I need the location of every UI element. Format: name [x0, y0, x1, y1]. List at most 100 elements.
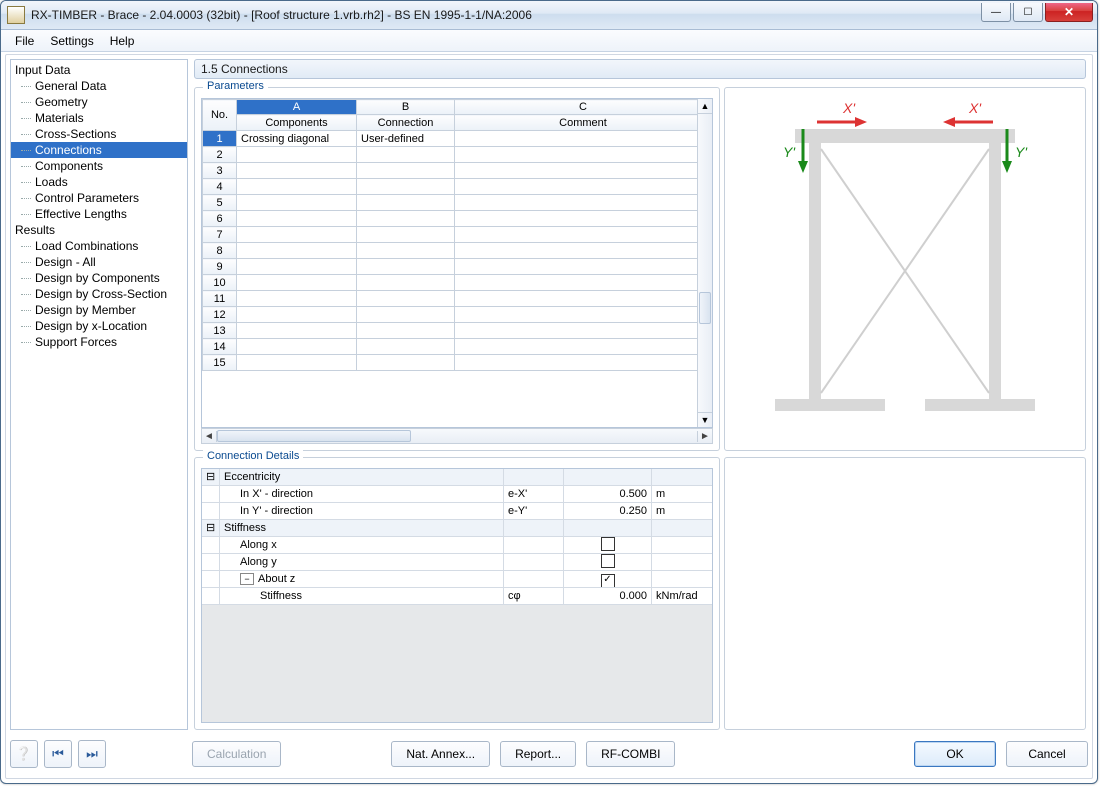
cell-comment[interactable] [455, 131, 712, 147]
parameters-vertical-scrollbar[interactable]: ▲ ▼ [697, 99, 712, 427]
row-number[interactable]: 6 [203, 211, 237, 227]
table-row[interactable]: 1Crossing diagonalUser-defined [203, 131, 712, 147]
cell-components[interactable] [237, 179, 357, 195]
col-letter-c[interactable]: C [455, 100, 712, 115]
cell-comment[interactable] [455, 323, 712, 339]
ok-button[interactable]: OK [914, 741, 996, 767]
row-along-y[interactable]: Along y [220, 554, 504, 570]
cell-components[interactable] [237, 195, 357, 211]
tree-design-by-cross-section[interactable]: Design by Cross-Section [11, 286, 187, 302]
menu-settings[interactable]: Settings [42, 32, 101, 50]
row-number[interactable]: 2 [203, 147, 237, 163]
calculation-button[interactable]: Calculation [192, 741, 281, 767]
cell-connection[interactable] [357, 179, 455, 195]
table-row[interactable]: 13 [203, 323, 712, 339]
row-number[interactable]: 15 [203, 355, 237, 371]
row-number[interactable]: 13 [203, 323, 237, 339]
row-stiffness-value[interactable]: Stiffness [220, 588, 504, 604]
cancel-button[interactable]: Cancel [1006, 741, 1088, 767]
menu-help[interactable]: Help [102, 32, 143, 50]
cell-comment[interactable] [455, 227, 712, 243]
tree-cross-sections[interactable]: Cross-Sections [11, 126, 187, 142]
checkbox-along-x[interactable] [601, 537, 615, 551]
cell-components[interactable] [237, 147, 357, 163]
tree-geometry[interactable]: Geometry [11, 94, 187, 110]
tree-design-by-x-location[interactable]: Design by x-Location [11, 318, 187, 334]
table-row[interactable]: 5 [203, 195, 712, 211]
tree-connections[interactable]: Connections [11, 142, 187, 158]
tree-results[interactable]: Results [11, 222, 187, 238]
hscroll-thumb[interactable] [217, 430, 411, 442]
cell-connection[interactable] [357, 147, 455, 163]
table-row[interactable]: 8 [203, 243, 712, 259]
row-in-x-direction[interactable]: In X' - direction [220, 486, 504, 502]
tree-support-forces[interactable]: Support Forces [11, 334, 187, 350]
row-number[interactable]: 10 [203, 275, 237, 291]
next-page-button[interactable]: ⏭ [78, 740, 106, 768]
tree-load-combinations[interactable]: Load Combinations [11, 238, 187, 254]
tree-loads[interactable]: Loads [11, 174, 187, 190]
col-letter-a[interactable]: A [237, 100, 357, 115]
cell-components[interactable] [237, 275, 357, 291]
cell-components[interactable] [237, 323, 357, 339]
row-number[interactable]: 9 [203, 259, 237, 275]
cell-comment[interactable] [455, 147, 712, 163]
table-row[interactable]: 2 [203, 147, 712, 163]
cell-connection[interactable] [357, 323, 455, 339]
navigation-tree[interactable]: Input Data General Data Geometry Materia… [10, 59, 188, 730]
prev-page-button[interactable]: ⏮ [44, 740, 72, 768]
table-row[interactable]: 4 [203, 179, 712, 195]
table-row[interactable]: 7 [203, 227, 712, 243]
menu-file[interactable]: File [7, 32, 42, 50]
close-button[interactable]: ✕ [1045, 3, 1093, 22]
row-in-y-direction[interactable]: In Y' - direction [220, 503, 504, 519]
maximize-button[interactable]: ☐ [1013, 3, 1043, 22]
cell-components[interactable] [237, 291, 357, 307]
row-number[interactable]: 3 [203, 163, 237, 179]
cell-components[interactable] [237, 307, 357, 323]
scroll-right-icon[interactable]: ► [697, 431, 712, 442]
scroll-left-icon[interactable]: ◄ [202, 431, 217, 442]
row-number[interactable]: 4 [203, 179, 237, 195]
cell-components[interactable] [237, 211, 357, 227]
tree-effective-lengths[interactable]: Effective Lengths [11, 206, 187, 222]
checkbox-along-y[interactable] [601, 554, 615, 568]
cell-comment[interactable] [455, 211, 712, 227]
row-about-z[interactable]: −About z [220, 571, 504, 587]
parameters-horizontal-scrollbar[interactable]: ◄ ► [201, 428, 713, 444]
cell-comment[interactable] [455, 291, 712, 307]
collapse-stiffness-icon[interactable]: ⊟ [202, 520, 220, 536]
cell-comment[interactable] [455, 179, 712, 195]
collapse-eccentricity-icon[interactable]: ⊟ [202, 469, 220, 485]
table-row[interactable]: 9 [203, 259, 712, 275]
cell-components[interactable]: Crossing diagonal [237, 131, 357, 147]
tree-general-data[interactable]: General Data [11, 78, 187, 94]
cell-components[interactable] [237, 163, 357, 179]
cell-comment[interactable] [455, 307, 712, 323]
row-along-x[interactable]: Along x [220, 537, 504, 553]
cell-connection[interactable] [357, 291, 455, 307]
scroll-up-icon[interactable]: ▲ [698, 99, 712, 114]
checkbox-about-z[interactable]: ✓ [601, 574, 615, 587]
cell-comment[interactable] [455, 259, 712, 275]
table-row[interactable]: 14 [203, 339, 712, 355]
tree-control-parameters[interactable]: Control Parameters [11, 190, 187, 206]
table-row[interactable]: 6 [203, 211, 712, 227]
col-letter-b[interactable]: B [357, 100, 455, 115]
cell-comment[interactable] [455, 339, 712, 355]
cell-connection[interactable] [357, 259, 455, 275]
row-number[interactable]: 8 [203, 243, 237, 259]
row-number[interactable]: 11 [203, 291, 237, 307]
value-ey[interactable]: 0.250 [564, 503, 652, 519]
row-number[interactable]: 7 [203, 227, 237, 243]
tree-components[interactable]: Components [11, 158, 187, 174]
scroll-thumb[interactable] [699, 292, 711, 324]
cell-connection[interactable] [357, 307, 455, 323]
cell-comment[interactable] [455, 355, 712, 371]
table-row[interactable]: 11 [203, 291, 712, 307]
table-row[interactable]: 15 [203, 355, 712, 371]
cell-comment[interactable] [455, 275, 712, 291]
cell-connection[interactable] [357, 243, 455, 259]
col-header-connection[interactable]: Connection [357, 115, 455, 131]
tree-input-data[interactable]: Input Data [11, 62, 187, 78]
